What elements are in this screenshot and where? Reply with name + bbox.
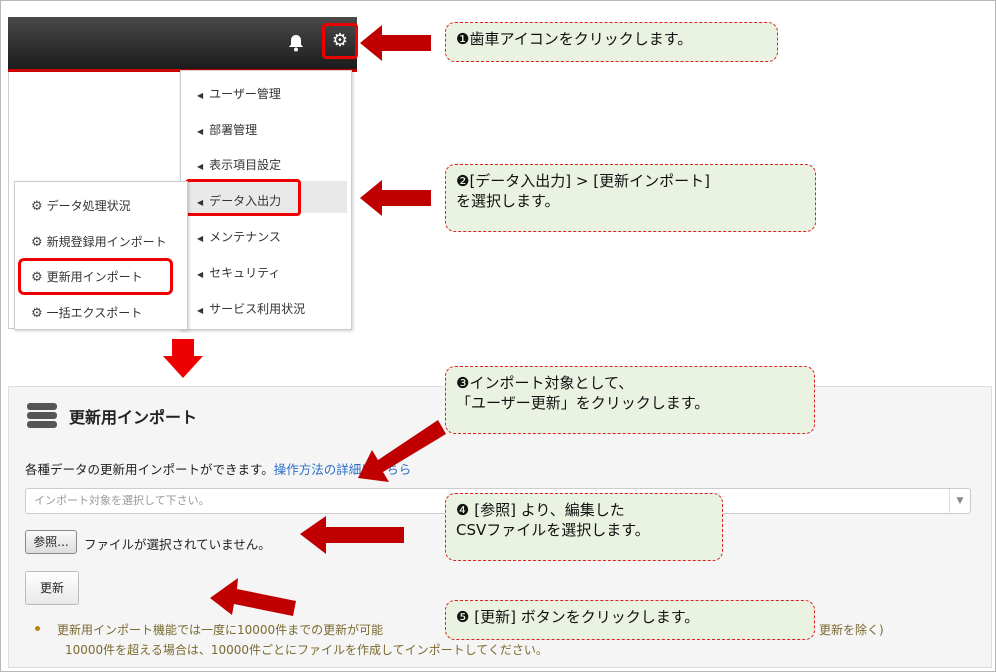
menu-item-label: ユーザー管理 — [209, 87, 281, 101]
menu-item-label: 表示項目設定 — [209, 158, 282, 172]
menu-item-label: メンテナンス — [209, 230, 281, 244]
caret-left-icon: ◀ — [197, 162, 204, 171]
note-bullet — [35, 626, 40, 631]
callout-step5: ❺ [更新] ボタンをクリックします。 — [445, 600, 815, 640]
submenu-item-processing-status[interactable]: ⚙ データ処理状況 — [31, 197, 131, 214]
note-line1-end: 更新を除く) — [819, 623, 884, 637]
update-button[interactable]: 更新 — [25, 571, 79, 605]
bell-icon[interactable] — [288, 33, 304, 53]
gear-icon: ⚙ — [31, 199, 43, 214]
menu-item-display-settings[interactable]: ◀ 表示項目設定 — [197, 156, 281, 173]
panel-description: 各種データの更新用インポートができます。操作方法の詳細はこちら — [25, 459, 411, 478]
highlight-box-update-import — [18, 258, 173, 295]
callout-line: CSVファイルを選択します。 — [456, 521, 650, 539]
app-header: ⚙ — [8, 17, 358, 72]
file-status: ファイルが選択されていません。 — [84, 537, 271, 552]
arrow-shaft — [381, 190, 431, 206]
submenu-item-bulk-export[interactable]: ⚙ 一括エクスポート — [31, 304, 142, 321]
caret-left-icon: ◀ — [197, 91, 204, 100]
menu-item-user-management[interactable]: ◀ ユーザー管理 — [197, 85, 281, 102]
menu-item-label: 部署管理 — [209, 123, 258, 137]
menu-item-label: サービス利用状況 — [209, 302, 306, 316]
callout-step4: ❹ [参照] より、編集した CSVファイルを選択します。 — [445, 493, 723, 561]
browse-button[interactable]: 参照... — [25, 530, 77, 554]
gear-icon: ⚙ — [331, 30, 349, 51]
note-line2: 10000件を超える場合は、10000件ごとにファイルを作成してインポートしてく… — [65, 643, 548, 657]
down-arrow-shaft — [172, 339, 194, 357]
gear-icon: ⚙ — [31, 235, 43, 250]
callout-line: ❷[データ入出力] > [更新インポート] — [456, 172, 710, 190]
caret-left-icon: ◀ — [197, 127, 204, 136]
help-link[interactable]: 操作方法の詳細はこちら — [274, 462, 412, 477]
select-placeholder: インポート対象を選択して下さい。 — [34, 494, 210, 507]
highlight-box-data-io — [185, 179, 301, 216]
callout-line: 「ユーザー更新」をクリックします。 — [456, 394, 710, 412]
submenu-item-new-import[interactable]: ⚙ 新規登録用インポート — [31, 233, 167, 250]
arrow-head — [360, 180, 382, 216]
arrow-shaft — [381, 35, 431, 51]
callout-line: ❸インポート対象として、 — [456, 374, 634, 392]
description-text: 各種データの更新用インポートができます。 — [25, 462, 274, 477]
callout-step1: ❶歯車アイコンをクリックします。 — [445, 22, 778, 62]
callout-step2: ❷[データ入出力] > [更新インポート] を選択します。 — [445, 164, 816, 232]
caret-left-icon: ◀ — [197, 270, 204, 279]
menu-item-department[interactable]: ◀ 部署管理 — [197, 121, 257, 138]
callout-line: を選択します。 — [456, 192, 560, 210]
menu-item-service-usage[interactable]: ◀ サービス利用状況 — [197, 300, 305, 317]
arrow-head — [360, 25, 382, 61]
callout-step3: ❸インポート対象として、「ユーザー更新」をクリックします。 — [445, 366, 815, 434]
page-title: 更新用インポート — [69, 408, 198, 427]
data-io-submenu: ⚙ データ処理状況 ⚙ 新規登録用インポート ⚙ 更新用インポート ⚙ 一括エクスポート — [14, 181, 188, 330]
callout-line: ❹ [参照] より、編集した — [456, 501, 625, 519]
caret-left-icon: ◀ — [197, 234, 204, 243]
down-arrow-head — [163, 356, 203, 378]
submenu-item-label: 一括エクスポート — [46, 306, 143, 320]
menu-item-label: セキュリティ — [209, 266, 281, 280]
submenu-item-label: 新規登録用インポート — [46, 235, 167, 249]
caret-left-icon: ◀ — [197, 306, 204, 315]
note-line1: 更新用インポート機能では一度に10000件までの更新が可能 — [57, 623, 384, 637]
chevron-down-icon[interactable]: ▼ — [949, 489, 970, 513]
gear-icon: ⚙ — [31, 306, 43, 321]
database-icon — [27, 403, 57, 429]
submenu-item-label: データ処理状況 — [46, 199, 131, 213]
gear-button[interactable]: ⚙ — [322, 23, 358, 59]
menu-item-maintenance[interactable]: ◀ メンテナンス — [197, 228, 281, 245]
menu-item-security[interactable]: ◀ セキュリティ — [197, 264, 280, 281]
